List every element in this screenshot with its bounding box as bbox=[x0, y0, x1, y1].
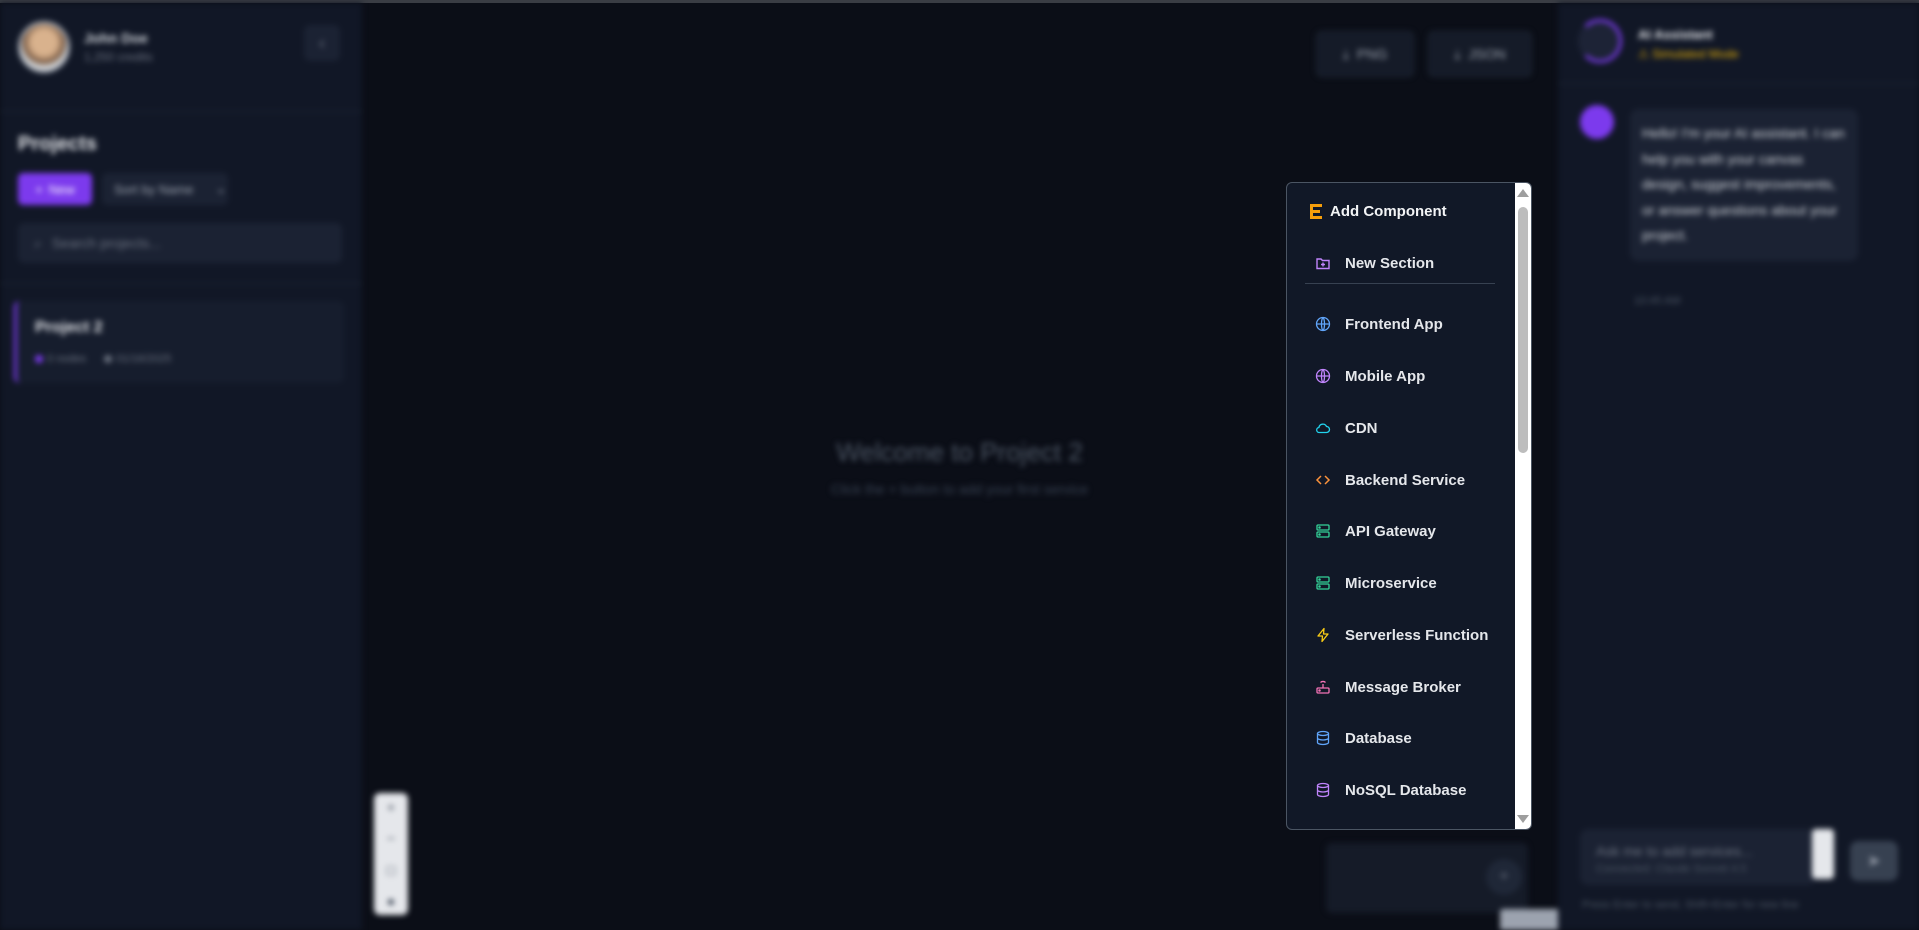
code-icon bbox=[1315, 475, 1331, 485]
ai-assistant-title: AI Assistant bbox=[1638, 27, 1713, 42]
scroll-down-icon[interactable] bbox=[1517, 815, 1529, 823]
bolt-icon bbox=[1317, 627, 1329, 643]
zoom-out-icon[interactable]: − bbox=[387, 830, 395, 846]
database-icon bbox=[1316, 730, 1330, 746]
download-icon: ⤓ bbox=[1454, 45, 1461, 62]
menu-item-mobile-app[interactable]: Mobile App bbox=[1315, 361, 1495, 391]
globe-icon bbox=[1315, 368, 1331, 384]
dropdown-scrollbar[interactable] bbox=[1515, 183, 1531, 829]
chat-hint: Press Enter to send, Shift+Enter for new… bbox=[1582, 899, 1799, 911]
project-card[interactable]: Project 2 0 nodes 01/16/2025 bbox=[14, 301, 344, 383]
export-json-button[interactable]: ⤓ JSON bbox=[1428, 31, 1532, 77]
dropdown-header: Add Component bbox=[1309, 203, 1447, 220]
menu-item-new-section[interactable]: New Section bbox=[1315, 248, 1495, 278]
sidebar-divider bbox=[0, 283, 362, 284]
avatar bbox=[18, 21, 70, 73]
menu-item-frontend-app[interactable]: Frontend App bbox=[1315, 309, 1495, 339]
projects-title: Projects bbox=[18, 133, 97, 155]
cloud-icon bbox=[1316, 423, 1331, 434]
user-credits: 1,250 credits bbox=[84, 50, 153, 64]
collapse-sidebar-button[interactable]: ‹ bbox=[304, 25, 340, 61]
fit-view-icon[interactable]: □ bbox=[387, 862, 395, 878]
ai-assistant-panel: AI Assistant ⚠ Simulated Mode Hello! I'm… bbox=[1558, 3, 1919, 930]
menu-item-message-broker[interactable]: Message Broker bbox=[1315, 672, 1495, 702]
scroll-up-icon[interactable] bbox=[1517, 189, 1529, 197]
chevron-down-icon: ⌄ bbox=[215, 181, 227, 196]
chat-input-scrollbar[interactable] bbox=[1812, 829, 1834, 879]
lock-icon[interactable]: ● bbox=[387, 893, 395, 909]
globe-icon bbox=[1315, 316, 1331, 332]
add-node-button[interactable]: + bbox=[1486, 859, 1522, 895]
server-icon bbox=[1316, 576, 1330, 590]
project-name: Project 2 bbox=[35, 319, 103, 336]
zoom-in-icon[interactable]: + bbox=[387, 799, 395, 815]
menu-item-cdn[interactable]: CDN bbox=[1315, 413, 1495, 443]
new-project-button[interactable]: + New bbox=[18, 173, 92, 205]
project-meta: 0 nodes 01/16/2025 bbox=[35, 353, 171, 365]
menu-item-serverless-function[interactable]: Serverless Function bbox=[1315, 620, 1495, 650]
project-date: 01/16/2025 bbox=[116, 353, 172, 365]
user-name: John Doe bbox=[84, 30, 148, 46]
panel-divider bbox=[1558, 83, 1919, 84]
warning-icon: ⚠ bbox=[1638, 47, 1653, 61]
menu-item-microservice[interactable]: Microservice bbox=[1315, 568, 1495, 598]
menu-item-nosql-database[interactable]: NoSQL Database bbox=[1315, 775, 1495, 805]
user-profile[interactable]: John Doe 1,250 credits bbox=[18, 21, 153, 73]
send-icon: ➤ bbox=[1867, 853, 1881, 870]
chevron-left-icon: ‹ bbox=[319, 32, 325, 53]
plus-icon: + bbox=[1499, 868, 1509, 885]
assistant-message: Hello! I'm your AI assistant. I can help… bbox=[1630, 109, 1858, 261]
scrollbar-thumb[interactable] bbox=[1518, 207, 1528, 453]
menu-item-api-gateway[interactable]: API Gateway bbox=[1315, 516, 1495, 546]
router-icon bbox=[1316, 680, 1330, 694]
search-input[interactable]: ⌕ Search projects... bbox=[18, 223, 342, 263]
blurred-background: John Doe 1,250 credits ‹ Projects + New S… bbox=[0, 3, 1919, 930]
menu-item-backend-service[interactable]: Backend Service bbox=[1315, 465, 1495, 495]
menu-item-database[interactable]: Database bbox=[1315, 723, 1495, 753]
add-component-dropdown[interactable]: Add Component New Section Frontend App M… bbox=[1286, 182, 1532, 830]
attribution-tab bbox=[1500, 909, 1562, 930]
download-icon: ⤓ bbox=[1342, 45, 1349, 62]
search-icon: ⌕ bbox=[34, 234, 42, 251]
folder-plus-icon bbox=[1316, 258, 1330, 270]
chat-model-label: Connected: Claude Sonnet 4.5 bbox=[1596, 863, 1747, 875]
menu-separator bbox=[1305, 283, 1495, 284]
database-icon bbox=[1316, 782, 1330, 798]
sidebar-divider bbox=[0, 111, 362, 112]
project-node-count: 0 nodes bbox=[47, 353, 87, 365]
zoom-controls[interactable]: + − □ ● bbox=[374, 793, 408, 915]
plus-icon: + bbox=[35, 181, 43, 197]
sort-select[interactable]: Sort by Name ⌄ bbox=[102, 173, 228, 205]
component-icon bbox=[1310, 204, 1322, 219]
export-png-button[interactable]: ⤓ PNG bbox=[1316, 31, 1414, 77]
ai-mode-badge: ⚠ Simulated Mode bbox=[1638, 47, 1739, 61]
chat-input[interactable]: Ask me to add services... Connected: Cla… bbox=[1580, 829, 1816, 885]
server-icon bbox=[1316, 524, 1330, 538]
bot-avatar bbox=[1580, 105, 1614, 139]
message-time: 10:45 AM bbox=[1634, 295, 1681, 307]
send-button[interactable]: ➤ bbox=[1850, 841, 1898, 881]
chat-input-placeholder: Ask me to add services... bbox=[1596, 843, 1753, 859]
ai-assistant-avatar bbox=[1578, 19, 1622, 63]
